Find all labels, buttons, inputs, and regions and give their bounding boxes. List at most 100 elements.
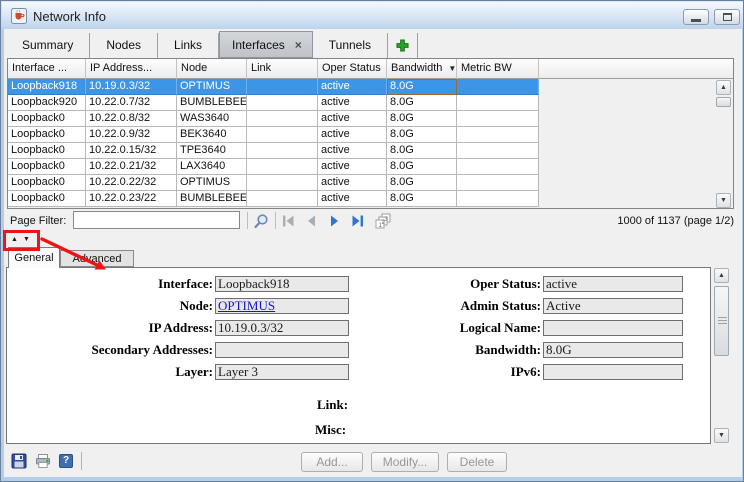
next-page-icon[interactable] xyxy=(329,214,341,228)
table-cell[interactable]: 10.22.0.7/32 xyxy=(86,95,177,111)
help-icon[interactable]: ? xyxy=(59,454,73,468)
table-cell[interactable] xyxy=(247,143,318,159)
add-button[interactable]: Add... xyxy=(301,452,363,472)
maximize-button[interactable] xyxy=(714,9,740,25)
scroll-down-icon[interactable]: ▼ xyxy=(714,428,729,443)
table-row[interactable]: Loopback91810.19.0.3/32OPTIMUSactive8.0G xyxy=(8,79,539,95)
field-value[interactable] xyxy=(543,320,683,336)
table-cell[interactable] xyxy=(247,191,318,207)
column-header-oper-status[interactable]: Oper Status xyxy=(318,59,387,79)
column-header-node[interactable]: Node xyxy=(177,59,247,79)
save-icon[interactable] xyxy=(11,453,27,469)
table-cell[interactable]: 10.19.0.3/32 xyxy=(86,79,177,95)
title-bar[interactable]: Network Info xyxy=(2,2,744,29)
table-cell[interactable]: 8.0G xyxy=(387,159,457,175)
tab-links[interactable]: Links xyxy=(158,33,219,58)
table-cell[interactable]: active xyxy=(318,79,387,95)
column-header-bandwidth[interactable]: Bandwidth▼ xyxy=(387,59,457,79)
table-cell[interactable]: 10.22.0.21/32 xyxy=(86,159,177,175)
page-filter-input[interactable] xyxy=(73,211,240,229)
table-cell[interactable]: OPTIMUS xyxy=(177,79,247,95)
panel-scrollbar[interactable]: ▲ ▼ xyxy=(713,267,730,444)
table-cell[interactable]: active xyxy=(318,127,387,143)
field-value[interactable]: 10.19.0.3/32 xyxy=(215,320,349,336)
table-cell[interactable]: 10.22.0.23/22 xyxy=(86,191,177,207)
scroll-up-icon[interactable]: ▲ xyxy=(716,80,731,95)
table-cell[interactable]: 8.0G xyxy=(387,143,457,159)
table-cell[interactable]: active xyxy=(318,95,387,111)
table-cell[interactable]: Loopback0 xyxy=(8,175,86,191)
prev-page-icon[interactable] xyxy=(305,214,317,228)
detail-tab-advanced[interactable]: Advanced xyxy=(60,250,134,267)
table-cell[interactable] xyxy=(457,175,539,191)
goto-page-icon[interactable]: 123 xyxy=(374,212,392,230)
table-row[interactable]: Loopback010.22.0.21/32LAX3640active8.0G xyxy=(8,159,539,175)
table-cell[interactable] xyxy=(247,95,318,111)
table-cell[interactable] xyxy=(247,111,318,127)
table-cell[interactable] xyxy=(457,143,539,159)
table-cell[interactable] xyxy=(247,79,318,95)
table-cell[interactable] xyxy=(247,159,318,175)
table-cell[interactable]: 8.0G xyxy=(387,111,457,127)
table-cell[interactable] xyxy=(247,175,318,191)
table-cell[interactable] xyxy=(457,159,539,175)
table-cell[interactable]: active xyxy=(318,143,387,159)
table-cell[interactable]: WAS3640 xyxy=(177,111,247,127)
table-cell[interactable]: BUMBLEBEE xyxy=(177,191,247,207)
field-value[interactable]: 8.0G xyxy=(543,342,683,358)
tab-summary[interactable]: Summary xyxy=(6,33,90,58)
field-value[interactable]: Active xyxy=(543,298,683,314)
field-value[interactable] xyxy=(215,342,349,358)
scrollbar-thumb[interactable] xyxy=(716,97,731,107)
last-page-icon[interactable] xyxy=(351,214,364,228)
scroll-down-icon[interactable]: ▼ xyxy=(716,193,731,208)
table-cell[interactable] xyxy=(457,111,539,127)
table-row[interactable]: Loopback010.22.0.22/32OPTIMUSactive8.0G xyxy=(8,175,539,191)
table-cell[interactable]: Loopback0 xyxy=(8,191,86,207)
table-cell[interactable]: 8.0G xyxy=(387,127,457,143)
table-cell[interactable]: 10.22.0.9/32 xyxy=(86,127,177,143)
table-row[interactable]: Loopback92010.22.0.7/32BUMBLEBEE active8.… xyxy=(8,95,539,111)
column-header-interface[interactable]: Interface ... xyxy=(8,59,86,79)
table-cell[interactable]: Loopback0 xyxy=(8,143,86,159)
tab-interfaces[interactable]: Interfaces× xyxy=(219,31,313,58)
table-cell[interactable]: OPTIMUS xyxy=(177,175,247,191)
table-cell[interactable]: Loopback918 xyxy=(8,79,86,95)
table-cell[interactable]: 8.0G xyxy=(387,95,457,111)
table-scrollbar[interactable]: ▲ ▼ xyxy=(715,80,732,208)
field-value[interactable]: OPTIMUS xyxy=(215,298,349,314)
field-value[interactable]: Loopback918 xyxy=(215,276,349,292)
delete-button[interactable]: Delete xyxy=(447,452,507,472)
table-cell[interactable]: 8.0G xyxy=(387,191,457,207)
column-header-ip-address[interactable]: IP Address... xyxy=(86,59,177,79)
table-cell[interactable]: active xyxy=(318,191,387,207)
table-cell[interactable] xyxy=(457,191,539,207)
table-row[interactable]: Loopback010.22.0.9/32BEK3640 active8.0G xyxy=(8,127,539,143)
table-cell[interactable] xyxy=(457,127,539,143)
table-cell[interactable]: Loopback0 xyxy=(8,127,86,143)
scrollbar-thumb[interactable] xyxy=(714,286,729,356)
table-cell[interactable] xyxy=(247,127,318,143)
table-cell[interactable]: 10.22.0.8/32 xyxy=(86,111,177,127)
table-row[interactable]: Loopback010.22.0.23/22BUMBLEBEE active8.0… xyxy=(8,191,539,207)
field-value[interactable]: Layer 3 xyxy=(215,364,349,380)
table-cell[interactable]: BEK3640 xyxy=(177,127,247,143)
tab-nodes[interactable]: Nodes xyxy=(90,33,158,58)
table-cell[interactable]: active xyxy=(318,159,387,175)
table-cell[interactable]: 10.22.0.22/32 xyxy=(86,175,177,191)
print-icon[interactable] xyxy=(35,453,51,469)
table-cell[interactable] xyxy=(457,95,539,111)
first-page-icon[interactable] xyxy=(282,214,295,228)
field-value[interactable]: active xyxy=(543,276,683,292)
column-header-metric-bw[interactable]: Metric BW xyxy=(457,59,539,79)
node-link[interactable]: OPTIMUS xyxy=(218,298,275,313)
minimize-button[interactable] xyxy=(683,9,709,25)
field-value[interactable] xyxy=(543,364,683,380)
table-cell[interactable]: BUMBLEBEE xyxy=(177,95,247,111)
table-cell[interactable]: 10.22.0.15/32 xyxy=(86,143,177,159)
table-cell[interactable]: TPE3640 xyxy=(177,143,247,159)
table-row[interactable]: Loopback010.22.0.8/32WAS3640active8.0G xyxy=(8,111,539,127)
add-tab-button[interactable] xyxy=(388,33,418,58)
table-cell[interactable]: Loopback920 xyxy=(8,95,86,111)
close-tab-icon[interactable]: × xyxy=(295,38,302,52)
